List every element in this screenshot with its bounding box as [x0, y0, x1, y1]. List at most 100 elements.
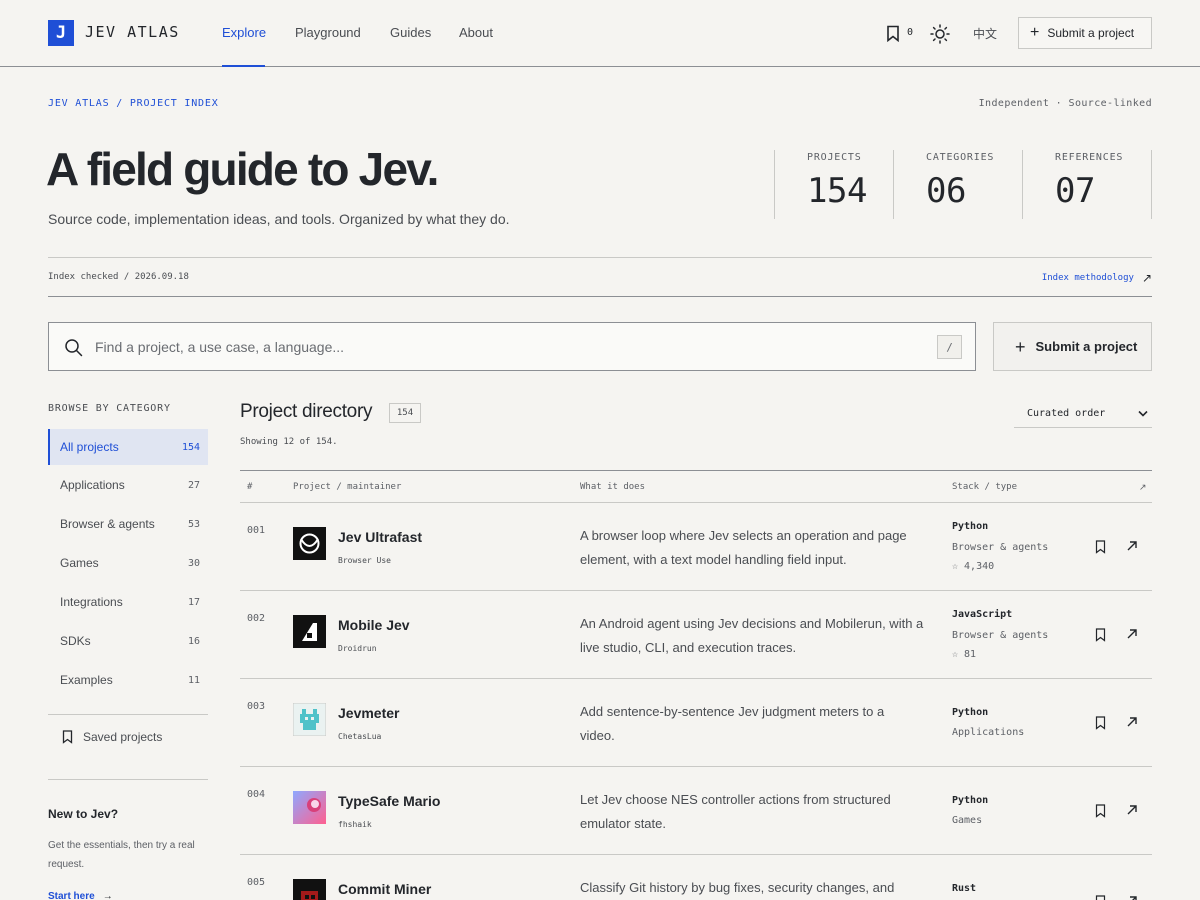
project-language: Python: [952, 521, 989, 532]
arrow-up-right-icon: ↗: [1141, 271, 1152, 285]
breadcrumb[interactable]: JEV ATLAS / PROJECT INDEX: [48, 98, 219, 109]
nav-guides[interactable]: Guides: [390, 25, 431, 40]
project-category: Games: [952, 815, 983, 826]
sidebar-item-count: 11: [187, 674, 200, 686]
bookmark-icon[interactable]: [886, 25, 900, 42]
sidebar-item-label: Browser & agents: [60, 517, 155, 531]
sidebar-item-label: All projects: [60, 440, 119, 454]
sidebar-item-examples[interactable]: Examples 11: [48, 662, 208, 698]
stat-label: CATEGORIES: [926, 152, 995, 163]
table-row[interactable]: 005 Commit Miner Classify Git history by…: [240, 855, 1152, 900]
stat-value: 06: [926, 171, 966, 211]
stat-value: 154: [807, 171, 867, 211]
sidebar-item-applications[interactable]: Applications 27: [48, 467, 208, 503]
project-maintainer: Droidrun: [338, 644, 377, 653]
table-row[interactable]: 001 Jev Ultrafast Browser Use A browser …: [240, 503, 1152, 591]
bookmark-icon[interactable]: [1095, 540, 1106, 554]
project-maintainer: fhshaik: [338, 820, 372, 829]
row-number: 002: [247, 613, 266, 624]
bookmark-icon[interactable]: [1095, 895, 1106, 900]
arrow-up-right-icon[interactable]: [1126, 540, 1138, 552]
sidebar-item-label: Integrations: [60, 595, 123, 609]
saved-projects-link[interactable]: Saved projects: [62, 730, 162, 744]
arrow-up-right-icon[interactable]: [1126, 895, 1138, 900]
project-description: A browser loop where Jev selects an oper…: [580, 528, 907, 567]
sidebar-item-count: 30: [187, 557, 200, 569]
logo-mark[interactable]: J: [48, 20, 74, 46]
directory-count-badge: 154: [389, 403, 421, 423]
project-name[interactable]: Jev Ultrafast: [338, 529, 422, 545]
sidebar-item-integrations[interactable]: Integrations 17: [48, 584, 208, 620]
project-logo: [293, 615, 326, 648]
sidebar-item-count: 27: [187, 479, 200, 491]
saved-projects-label: Saved projects: [83, 730, 163, 744]
start-here-link[interactable]: Start here →: [48, 891, 113, 900]
new-to-jev-heading: New to Jev?: [48, 807, 119, 821]
project-name[interactable]: Jevmeter: [338, 705, 400, 721]
arrow-up-right-icon[interactable]: [1126, 628, 1138, 640]
keyboard-shortcut-hint: /: [937, 335, 962, 359]
sidebar-heading: BROWSE BY CATEGORY: [48, 403, 171, 414]
project-logo: [293, 527, 326, 560]
row-number: 003: [247, 701, 266, 712]
project-category: Applications: [952, 727, 1025, 738]
bookmark-icon[interactable]: [1095, 628, 1106, 642]
nav-explore[interactable]: Explore: [222, 25, 266, 40]
table-top-rule: [240, 470, 1152, 471]
column-header-stack: Stack / type: [952, 482, 1018, 492]
index-methodology-link[interactable]: Index methodology ↗: [1042, 271, 1152, 285]
row-number: 004: [247, 789, 266, 800]
project-description: Let Jev choose NES controller actions fr…: [580, 792, 891, 831]
search-icon: [65, 339, 83, 357]
bookmark-icon[interactable]: [1095, 716, 1106, 730]
search-bar: /: [48, 322, 976, 371]
sidebar-item-games[interactable]: Games 30: [48, 545, 208, 581]
row-number: 001: [247, 525, 266, 536]
project-name[interactable]: Mobile Jev: [338, 617, 410, 633]
project-description: Add sentence-by-sentence Jev judgment me…: [580, 704, 885, 743]
project-language: Python: [952, 795, 989, 806]
project-language: Python: [952, 707, 989, 718]
table-row[interactable]: 002 Mobile Jev Droidrun An Android agent…: [240, 591, 1152, 679]
submit-project-header-button[interactable]: + Submit a project: [1018, 17, 1152, 49]
project-category: Browser & agents: [952, 542, 1049, 553]
sidebar-item-sdks[interactable]: SDKs 16: [48, 623, 208, 659]
submit-project-button[interactable]: + Submit a project: [993, 322, 1152, 371]
arrow-up-right-icon[interactable]: [1126, 716, 1138, 728]
divider: [48, 714, 208, 715]
arrow-up-right-icon[interactable]: [1126, 804, 1138, 816]
bookmark-icon: [62, 730, 73, 744]
sidebar-item-label: Games: [60, 556, 99, 570]
sidebar-item-label: Examples: [60, 673, 113, 687]
nav-about[interactable]: About: [459, 25, 493, 40]
search-input[interactable]: [95, 336, 915, 358]
sidebar-item-all-projects[interactable]: All projects 154: [48, 429, 208, 465]
page-title: A field guide to Jev.: [46, 143, 439, 195]
table-row[interactable]: 004 TypeSafe Mario fhshaik Let Jev choos…: [240, 767, 1152, 855]
nav-playground[interactable]: Playground: [295, 25, 361, 40]
project-name[interactable]: TypeSafe Mario: [338, 793, 440, 809]
table-row[interactable]: 003 Jevmeter ChetasLua Add sentence-by-s…: [240, 679, 1152, 767]
page-subtitle: Source code, implementation ideas, and t…: [48, 211, 510, 227]
theme-toggle-sun-icon[interactable]: [930, 24, 950, 44]
stat-projects: PROJECTS 154: [774, 150, 894, 219]
column-header-number: #: [247, 482, 253, 492]
brand-name[interactable]: JEV ATLAS: [85, 23, 180, 41]
stat-value: 07: [1055, 171, 1095, 211]
new-to-jev-text: Get the essentials, then try a real requ…: [48, 840, 195, 870]
divider: [48, 296, 1152, 297]
sidebar-item-label: SDKs: [60, 634, 91, 648]
divider: [48, 257, 1152, 258]
sort-value: Curated order: [1027, 407, 1106, 419]
bookmark-icon[interactable]: [1095, 804, 1106, 818]
plus-icon: +: [1030, 24, 1040, 41]
project-maintainer: ChetasLua: [338, 732, 382, 741]
sort-select[interactable]: Curated order: [1014, 399, 1152, 428]
column-header-link: ↗: [1139, 482, 1147, 492]
project-description: An Android agent using Jev decisions and…: [580, 616, 924, 655]
language-switch[interactable]: 中文: [973, 25, 997, 42]
sidebar-item-browser-agents[interactable]: Browser & agents 53: [48, 506, 208, 542]
project-logo: [293, 879, 326, 900]
project-name[interactable]: Commit Miner: [338, 881, 431, 897]
project-stars: ☆ 4,340: [952, 561, 995, 572]
